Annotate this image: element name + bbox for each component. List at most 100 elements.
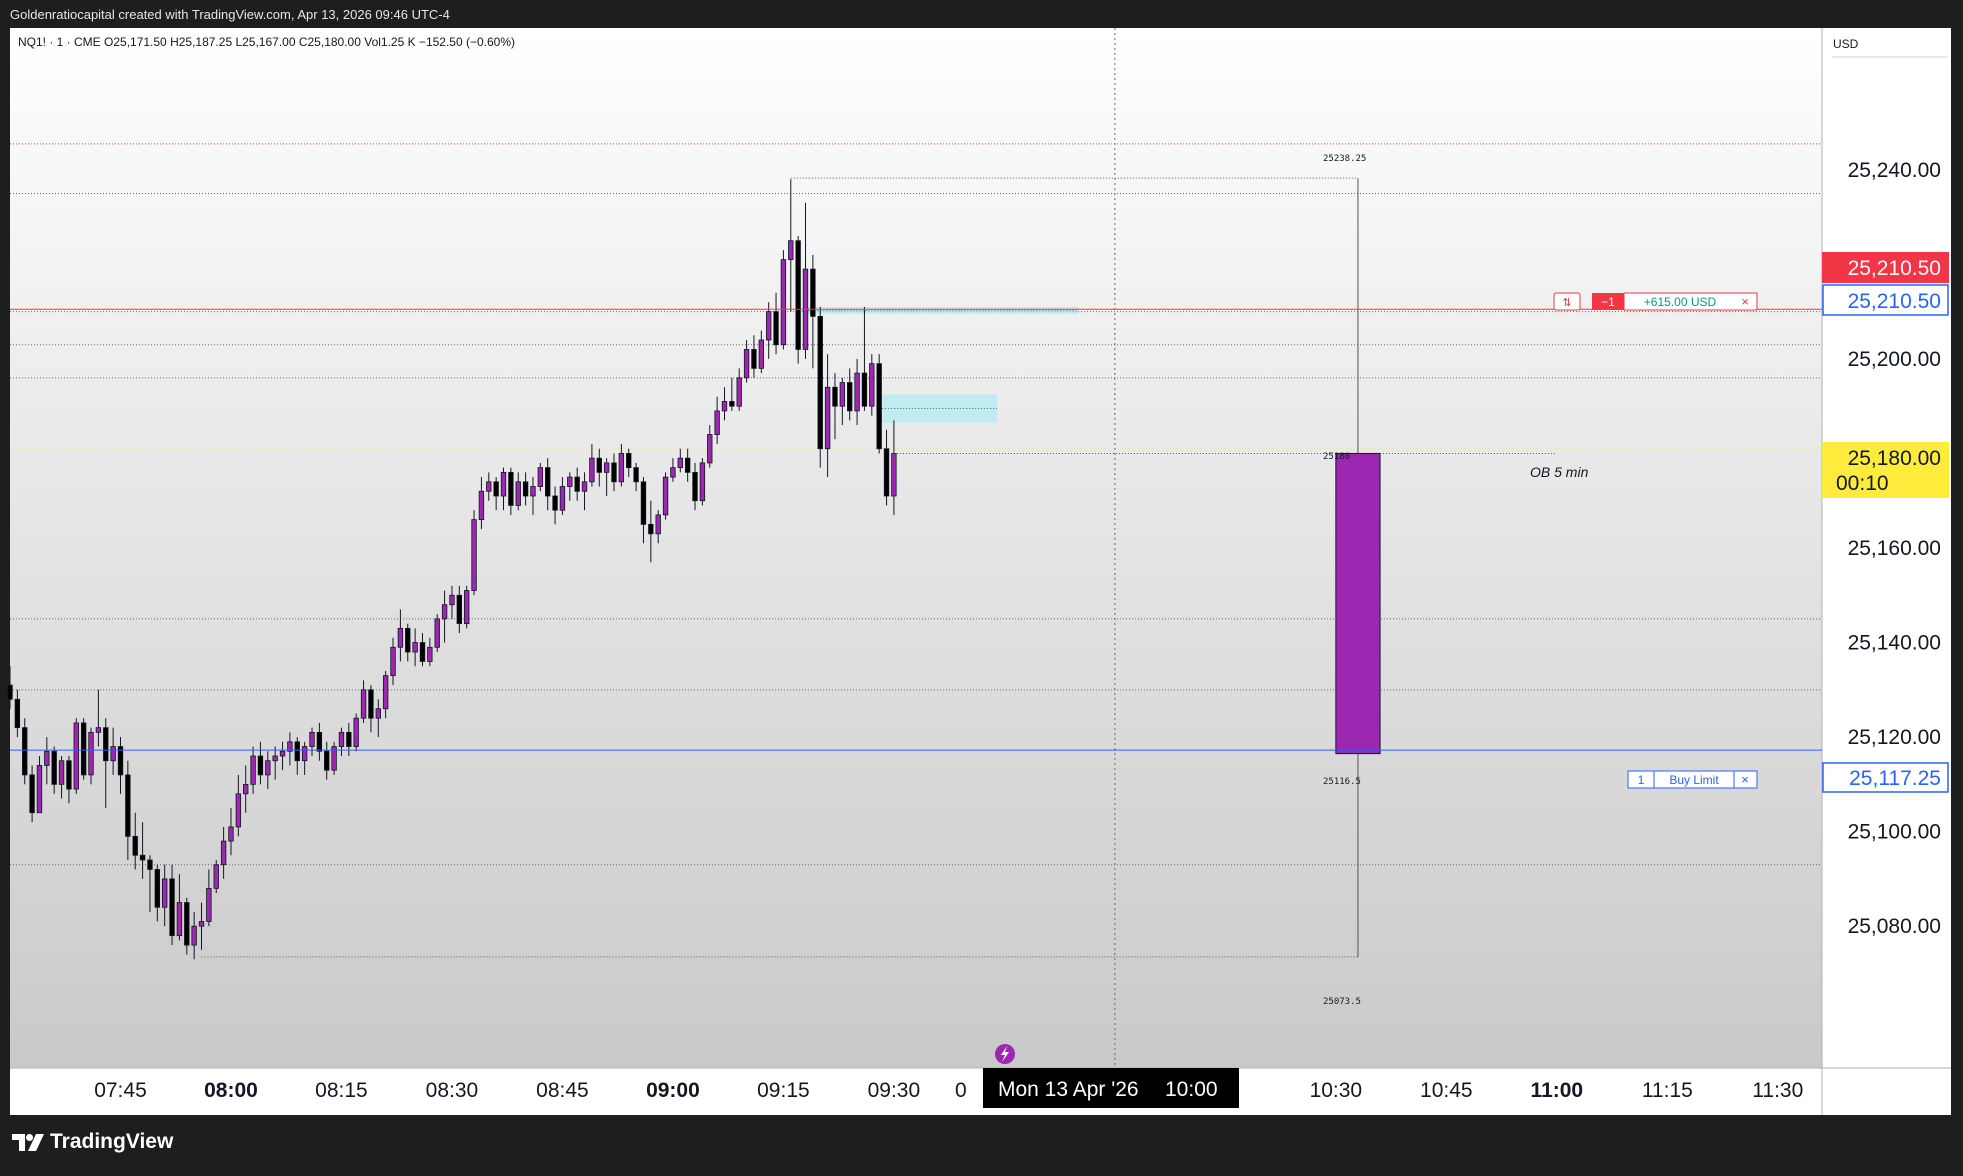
bull-candle bbox=[243, 783, 249, 795]
bear-candle bbox=[147, 859, 153, 870]
price-tick-label: 25,100.00 bbox=[1848, 821, 1941, 844]
bull-candle bbox=[228, 826, 234, 842]
time-tick-label: 09:30 bbox=[868, 1079, 921, 1102]
position-qty: −1 bbox=[1601, 295, 1615, 309]
tradingview-logo[interactable]: TradingView bbox=[12, 1130, 173, 1154]
bull-candle bbox=[758, 339, 765, 369]
symbol-legend: NQ1! · 1 · CME O25,171.50 H25,187.25 L25… bbox=[18, 35, 515, 49]
bear-candle bbox=[626, 453, 632, 469]
limit-price-text: 25,117.25 bbox=[1849, 767, 1941, 790]
bull-candle bbox=[360, 689, 367, 719]
bull-candle bbox=[279, 750, 286, 757]
bull-candle bbox=[500, 471, 507, 497]
bear-candle bbox=[876, 363, 882, 450]
time-tick-label: 10:45 bbox=[1420, 1079, 1473, 1102]
bull-candle bbox=[449, 594, 455, 606]
bull-candle bbox=[714, 410, 720, 435]
ob-label: OB 5 min bbox=[1530, 464, 1589, 480]
brand-name: TradingView bbox=[50, 1130, 174, 1153]
bear-candle bbox=[324, 750, 330, 771]
bear-candle bbox=[640, 481, 647, 525]
mid-price-label: 25180 bbox=[1323, 452, 1350, 462]
bull-candle bbox=[434, 618, 440, 648]
tradingview-logo-icon bbox=[12, 1133, 44, 1151]
bear-candle bbox=[368, 689, 374, 719]
bull-candle bbox=[471, 519, 477, 591]
time-tick-label: 08:15 bbox=[315, 1079, 368, 1102]
bear-candle bbox=[346, 731, 352, 747]
chart[interactable]: 25,240.0025,220.0025,200.0025,160.0025,1… bbox=[0, 0, 1963, 1176]
high-price-label: 25238.25 bbox=[1323, 154, 1366, 164]
bull-candle bbox=[559, 486, 566, 511]
bull-candle bbox=[250, 755, 256, 785]
bull-candle bbox=[707, 434, 713, 464]
bear-candle bbox=[611, 462, 617, 483]
bull-candle bbox=[530, 486, 536, 497]
bull-candle bbox=[382, 675, 389, 710]
bear-candle bbox=[729, 401, 735, 407]
bear-candle bbox=[294, 741, 300, 762]
plot-area[interactable] bbox=[10, 28, 1822, 1068]
bull-candle bbox=[390, 646, 396, 677]
bull-candle bbox=[655, 514, 661, 535]
bull-candle bbox=[478, 490, 485, 521]
bear-candle bbox=[419, 642, 426, 662]
bull-candle bbox=[412, 642, 418, 653]
bull-candle bbox=[839, 382, 846, 407]
price-tick-label: 25,080.00 bbox=[1848, 915, 1941, 938]
bear-candle bbox=[7, 684, 13, 700]
price-tick-label: 25,240.00 bbox=[1848, 159, 1941, 182]
ob-zone-lower bbox=[879, 394, 998, 423]
sell-price-text: 25,210.50 bbox=[1848, 257, 1941, 280]
time-tick-label: 11:00 bbox=[1531, 1079, 1584, 1102]
order-label: Buy Limit bbox=[1669, 773, 1719, 787]
bear-candle bbox=[545, 467, 551, 497]
bear-candle bbox=[596, 457, 602, 473]
bear-candle bbox=[117, 746, 124, 776]
position-pnl: +615.00 USD bbox=[1644, 295, 1717, 309]
bear-candle bbox=[883, 448, 890, 497]
bear-candle bbox=[184, 902, 190, 946]
reverse-icon: ⇅ bbox=[1562, 297, 1571, 309]
time-tick-label: 11:30 bbox=[1752, 1079, 1803, 1102]
bear-candle bbox=[648, 523, 654, 535]
candle-countdown: 00:10 bbox=[1836, 472, 1889, 495]
bear-candle bbox=[169, 878, 175, 937]
projected-candle-body bbox=[1335, 452, 1381, 755]
bear-candle bbox=[552, 495, 558, 511]
bull-candle bbox=[397, 627, 404, 648]
bull-candle bbox=[780, 259, 787, 346]
bull-candle bbox=[486, 481, 492, 492]
bull-candle bbox=[265, 760, 271, 776]
bear-candle bbox=[80, 722, 87, 776]
bull-candle bbox=[743, 349, 750, 379]
bear-candle bbox=[574, 476, 580, 492]
bear-candle bbox=[51, 750, 57, 785]
time-tick-label: 08:30 bbox=[426, 1079, 479, 1102]
bull-candle bbox=[198, 921, 205, 927]
bull-candle bbox=[765, 311, 772, 341]
bear-candle bbox=[773, 311, 779, 346]
time-tick-label: 10:30 bbox=[1310, 1079, 1363, 1102]
bear-candle bbox=[316, 731, 323, 752]
price-tick-label: 25,140.00 bbox=[1848, 632, 1941, 655]
bear-candle bbox=[817, 315, 823, 450]
bull-candle bbox=[721, 401, 728, 412]
bull-candle bbox=[581, 481, 588, 492]
bull-candle bbox=[220, 840, 227, 866]
bull-candle bbox=[353, 717, 359, 747]
bull-candle bbox=[589, 457, 595, 483]
close-position-icon[interactable]: × bbox=[1741, 294, 1749, 309]
bull-candle bbox=[515, 481, 521, 506]
bull-candle bbox=[603, 462, 610, 473]
time-tick-label: 07:45 bbox=[94, 1079, 147, 1102]
bull-candle bbox=[110, 746, 116, 762]
cancel-order-icon[interactable]: × bbox=[1741, 772, 1749, 787]
time-tick-label: 0 bbox=[955, 1079, 967, 1102]
bear-candle bbox=[861, 372, 868, 407]
bull-candle bbox=[788, 240, 794, 261]
bear-candle bbox=[132, 835, 138, 856]
time-tick-label: 09:15 bbox=[757, 1079, 810, 1102]
bull-candle bbox=[427, 646, 433, 662]
currency-label[interactable]: USD bbox=[1833, 37, 1859, 51]
